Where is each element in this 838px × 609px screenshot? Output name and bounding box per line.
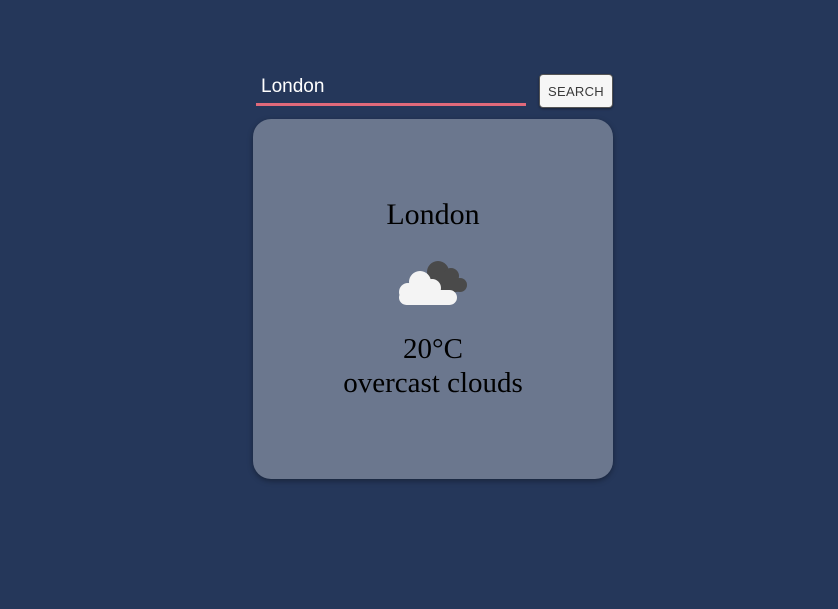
temperature: 20°C xyxy=(403,333,463,365)
search-bar: SEARCH xyxy=(256,72,613,110)
overcast-clouds-icon xyxy=(399,261,467,305)
weather-app: SEARCH London 20°C overcast clouds xyxy=(0,0,838,609)
weather-description: overcast clouds xyxy=(343,367,523,399)
weather-card: London 20°C overcast clouds xyxy=(253,119,613,479)
city-name: London xyxy=(386,198,480,231)
search-input[interactable] xyxy=(256,72,526,106)
search-button[interactable]: SEARCH xyxy=(539,74,613,108)
